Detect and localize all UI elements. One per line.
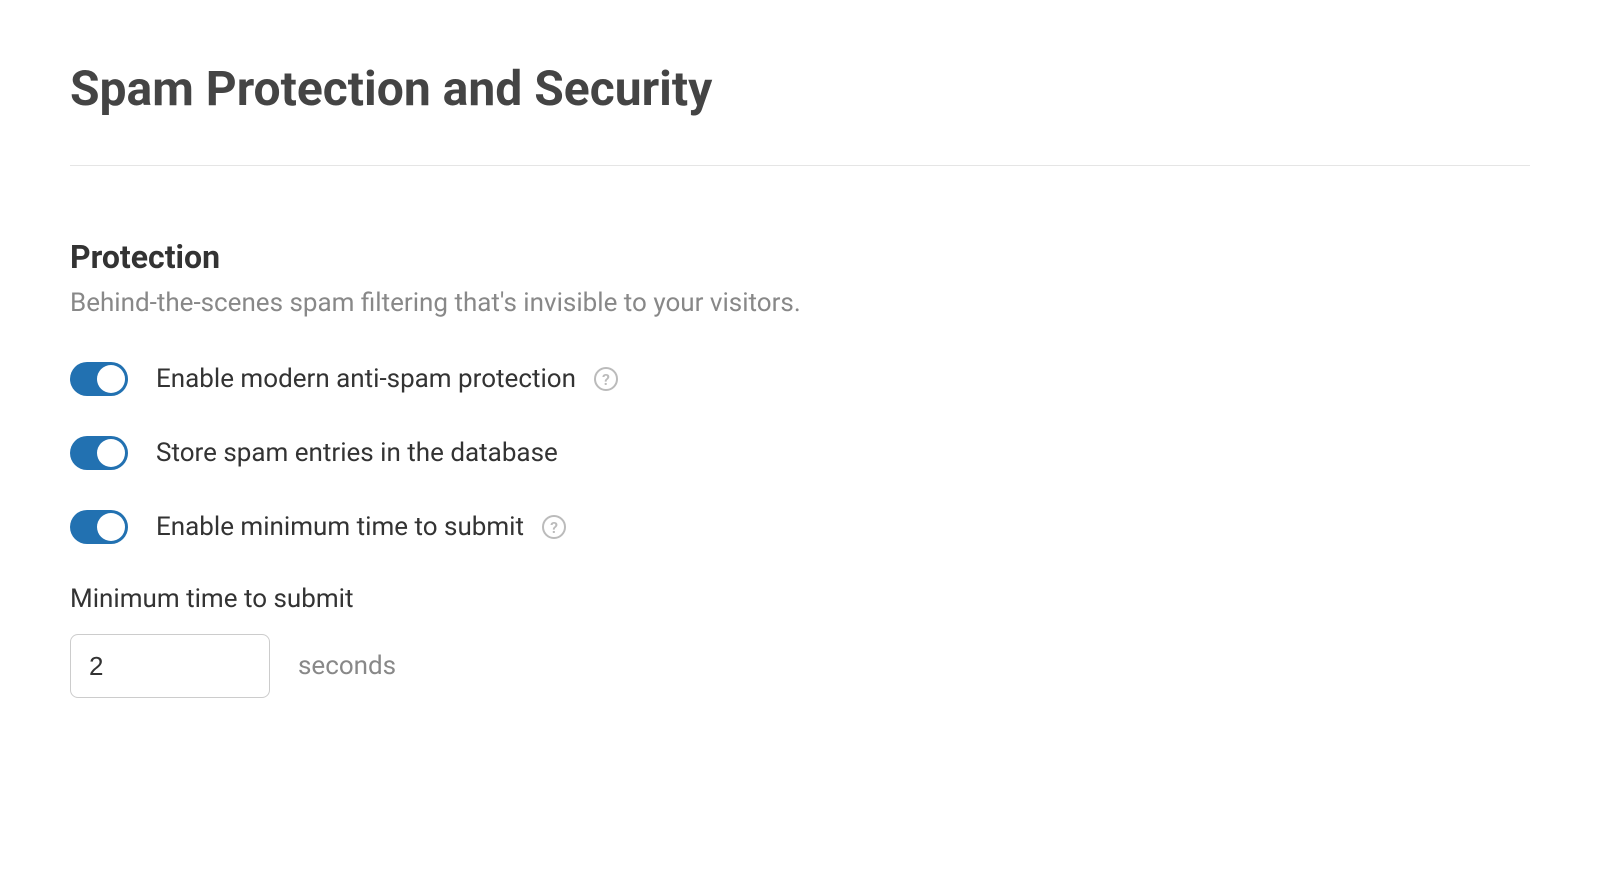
help-icon[interactable]: ? [542,515,566,539]
toggle-min-time[interactable] [70,510,128,544]
min-time-input[interactable] [70,634,270,698]
toggle-label-min-time: Enable minimum time to submit [156,512,524,542]
toggle-row-store-spam: Store spam entries in the database [70,436,1530,470]
toggle-label-antispam: Enable modern anti-spam protection [156,364,576,394]
section-title: Protection [70,238,1530,276]
page-title: Spam Protection and Security [70,60,1530,117]
toggle-row-antispam: Enable modern anti-spam protection ? [70,362,1530,396]
divider [70,165,1530,166]
protection-section: Protection Behind-the-scenes spam filter… [70,238,1530,698]
toggle-antispam[interactable] [70,362,128,396]
toggle-knob [97,365,125,393]
toggle-knob [97,439,125,467]
toggle-knob [97,513,125,541]
toggle-label-store-spam: Store spam entries in the database [156,438,558,468]
toggle-store-spam[interactable] [70,436,128,470]
section-description: Behind-the-scenes spam filtering that's … [70,288,1530,318]
min-time-suffix: seconds [298,651,396,681]
min-time-field-group: Minimum time to submit seconds [70,584,1530,698]
help-icon[interactable]: ? [594,367,618,391]
min-time-label: Minimum time to submit [70,584,1530,614]
toggle-row-min-time: Enable minimum time to submit ? [70,510,1530,544]
min-time-field-row: seconds [70,634,1530,698]
